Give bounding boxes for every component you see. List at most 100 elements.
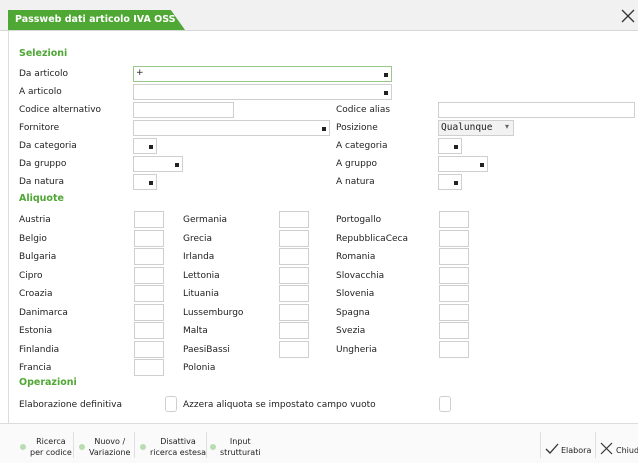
disattiva-ricerca-estesa-button[interactable]: Disattiva ricerca estesa xyxy=(140,436,206,458)
aliquota-input[interactable] xyxy=(279,267,309,284)
close-icon xyxy=(600,442,613,455)
a-articolo-input[interactable] xyxy=(133,84,392,100)
aliquota-input[interactable] xyxy=(439,304,469,321)
aliquota-input[interactable] xyxy=(134,322,164,339)
codice-alias-input[interactable] xyxy=(438,102,635,118)
close-icon[interactable] xyxy=(621,8,635,24)
aliquota-input[interactable] xyxy=(439,267,469,284)
da-categoria-label: Da categoria xyxy=(19,141,77,151)
da-natura-input[interactable] xyxy=(133,174,157,190)
da-gruppo-label: Da gruppo xyxy=(19,159,67,169)
a-gruppo-input[interactable] xyxy=(438,156,488,172)
elaborazione-definitiva-checkbox[interactable] xyxy=(165,396,177,412)
aliquota-input[interactable] xyxy=(439,230,469,247)
da-articolo-input[interactable]: + xyxy=(133,66,392,82)
aliquota-input[interactable] xyxy=(134,248,164,265)
fornitore-label: Fornitore xyxy=(19,123,60,133)
title-bar: Passweb dati articolo IVA OSS xyxy=(0,0,638,30)
chiudi-button[interactable]: Chiud xyxy=(600,442,638,460)
ricerca-per-codice-button[interactable]: Ricerca per codice xyxy=(20,436,72,458)
chevron-down-icon: ▾ xyxy=(504,122,509,131)
aliquota-input[interactable] xyxy=(134,267,164,284)
check-icon xyxy=(545,443,559,454)
aliquota-input[interactable] xyxy=(439,211,469,228)
aliquota-input[interactable] xyxy=(134,285,164,302)
toolbar-divider xyxy=(540,432,541,458)
aliquota-input[interactable] xyxy=(134,341,164,358)
aliquota-input[interactable] xyxy=(439,285,469,302)
field-marker-icon xyxy=(384,73,388,77)
aliquota-input[interactable] xyxy=(439,322,469,339)
posizione-select[interactable]: Qualunque ▾ xyxy=(438,120,514,136)
field-marker-icon xyxy=(454,181,458,185)
da-categoria-input[interactable] xyxy=(133,138,157,154)
posizione-label: Posizione xyxy=(336,123,378,133)
button-label-line1: Ricerca xyxy=(36,437,66,446)
aliquota-label: Bulgaria xyxy=(19,252,57,262)
aliquota-input[interactable] xyxy=(134,211,164,228)
window-title: Passweb dati articolo IVA OSS xyxy=(8,10,185,30)
button-label-line1: Disattiva xyxy=(160,437,196,446)
input-strutturati-button[interactable]: Input strutturati xyxy=(210,436,261,458)
field-marker-icon xyxy=(480,163,484,167)
toolbar-divider xyxy=(595,432,596,458)
dot-icon xyxy=(79,444,85,450)
aliquota-label: Finlandia xyxy=(19,345,60,355)
da-natura-label: Da natura xyxy=(19,177,64,187)
codice-alternativo-input[interactable] xyxy=(133,102,234,118)
aliquota-label: Germania xyxy=(183,215,228,225)
aliquota-label: Cipro xyxy=(19,271,43,281)
aliquota-input[interactable] xyxy=(279,230,309,247)
field-marker-icon xyxy=(454,145,458,149)
aliquota-input[interactable] xyxy=(134,304,164,321)
aliquota-input[interactable] xyxy=(279,285,309,302)
a-gruppo-label: A gruppo xyxy=(336,159,378,169)
a-categoria-label: A categoria xyxy=(336,141,388,151)
a-articolo-label: A articolo xyxy=(19,87,62,97)
elabora-button[interactable]: Elabora xyxy=(545,442,595,460)
aliquota-label: Malta xyxy=(183,326,208,336)
aliquota-input[interactable] xyxy=(134,359,164,376)
section-operazioni: Operazioni xyxy=(19,377,77,388)
aliquota-label: Ungheria xyxy=(336,345,377,355)
aliquota-input[interactable] xyxy=(439,341,469,358)
aliquota-input[interactable] xyxy=(279,322,309,339)
button-label-line1: Input xyxy=(229,437,251,446)
aliquota-input[interactable] xyxy=(279,341,309,358)
button-label-line2: per codice xyxy=(30,448,72,457)
aliquota-label: Spagna xyxy=(336,308,370,318)
posizione-value: Qualunque xyxy=(441,122,493,133)
aliquota-input[interactable] xyxy=(279,248,309,265)
footer-toolbar: Ricerca per codice Nuovo / Variazione Di… xyxy=(0,423,638,463)
toolbar-divider xyxy=(206,432,207,458)
nuovo-variazione-button[interactable]: Nuovo / Variazione xyxy=(79,436,131,458)
aliquota-label: Slovacchia xyxy=(336,271,385,281)
aliquota-label: Danimarca xyxy=(19,308,68,318)
codice-alternativo-label: Codice alternativo xyxy=(19,105,102,115)
aliquota-input[interactable] xyxy=(439,248,469,265)
codice-alias-label: Codice alias xyxy=(336,105,391,115)
da-gruppo-input[interactable] xyxy=(133,156,183,172)
a-natura-label: A natura xyxy=(336,177,375,187)
a-natura-input[interactable] xyxy=(438,174,462,190)
section-aliquote: Aliquote xyxy=(19,193,64,204)
field-marker-icon xyxy=(149,181,153,185)
elabora-label: Elabora xyxy=(561,446,592,455)
aliquota-label: Croazia xyxy=(19,289,53,299)
da-articolo-label: Da articolo xyxy=(19,69,69,79)
field-marker-icon xyxy=(175,163,179,167)
aliquota-label: PaesiBassi xyxy=(183,345,230,355)
a-categoria-input[interactable] xyxy=(438,138,462,154)
fornitore-input[interactable] xyxy=(133,120,330,136)
aliquota-input[interactable] xyxy=(279,211,309,228)
toolbar-divider xyxy=(134,432,135,458)
aliquota-label: RepubblicaCeca xyxy=(336,234,408,244)
aliquota-input[interactable] xyxy=(279,304,309,321)
aliquota-label: Francia xyxy=(19,363,52,373)
button-label-line2: Variazione xyxy=(89,448,131,457)
aliquota-label: Lettonia xyxy=(183,271,220,281)
azzera-aliquota-checkbox[interactable] xyxy=(439,396,451,412)
aliquota-label: Irlanda xyxy=(183,252,215,262)
aliquota-input[interactable] xyxy=(134,230,164,247)
aliquota-label: Belgio xyxy=(19,234,47,244)
